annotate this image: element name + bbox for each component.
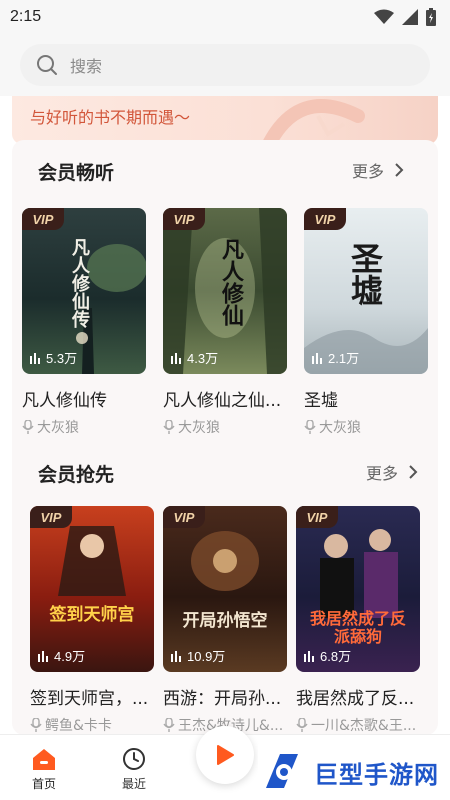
book-author: 大灰狼 xyxy=(163,417,291,437)
cover-title: 签到天师宫 xyxy=(49,605,135,625)
nav-home-label: 首页 xyxy=(31,777,56,791)
book-author: 大灰狼 xyxy=(22,417,150,437)
vip-badge: VIP xyxy=(304,208,346,230)
book-title: 西游：开局孙... xyxy=(163,689,282,709)
more-button[interactable]: 更多 xyxy=(352,158,404,182)
status-bar: 2:15 xyxy=(0,0,450,34)
book-cover[interactable]: 我居然成了反派舔狗 VIP 6.8万 xyxy=(296,506,420,672)
author-name: 大灰狼 xyxy=(319,420,361,436)
more-button[interactable]: 更多 xyxy=(366,460,418,484)
bars-icon xyxy=(304,650,314,662)
bars-icon xyxy=(171,352,181,364)
vip-badge: VIP xyxy=(22,208,64,230)
microphone-icon xyxy=(304,420,316,434)
signal-icon xyxy=(402,9,418,25)
author-name: 大灰狼 xyxy=(178,420,220,436)
book-title: 凡人修仙传 xyxy=(22,391,107,411)
promo-banner[interactable]: 与好听的书不期而遇～ xyxy=(12,96,438,144)
book-card[interactable]: 凡人修仙传 VIP 5.3万 凡人修仙传 大灰狼 xyxy=(22,208,146,437)
headphone-decoration-icon xyxy=(261,99,365,144)
search-placeholder: 搜索 xyxy=(70,57,103,76)
cover-title: 我居然成了反派舔狗 xyxy=(309,609,406,646)
book-card[interactable]: 我居然成了反派舔狗 VIP 6.8万 我居然成了反... 一川&杰歌&王... xyxy=(296,506,420,735)
vip-badge: VIP xyxy=(163,208,205,230)
clock-icon xyxy=(123,748,145,770)
status-time: 2:15 xyxy=(10,8,42,25)
author-name: 鳄鱼&卡卡 xyxy=(45,718,112,734)
wifi-icon xyxy=(374,9,394,24)
bars-icon xyxy=(38,650,48,662)
book-title: 凡人修仙之仙... xyxy=(163,391,282,411)
search-icon xyxy=(37,55,57,75)
play-count: 2.1万 xyxy=(312,348,359,367)
chevron-right-icon xyxy=(395,163,404,177)
play-count: 10.9万 xyxy=(171,646,225,665)
microphone-icon xyxy=(22,420,34,434)
cover-title: 凡人修仙传 xyxy=(69,238,90,328)
play-button[interactable] xyxy=(196,726,254,784)
bars-icon xyxy=(30,352,40,364)
play-count: 4.3万 xyxy=(171,348,218,367)
play-count-value: 4.3万 xyxy=(187,351,219,366)
book-cover[interactable]: 凡人修仙 VIP 4.3万 xyxy=(163,208,287,374)
section-member-listen-header: 会员畅听 更多 xyxy=(0,150,450,190)
vip-badge: VIP xyxy=(163,506,205,528)
play-count: 5.3万 xyxy=(30,348,77,367)
play-icon xyxy=(217,745,234,765)
bars-icon xyxy=(171,650,181,662)
play-count-value: 5.3万 xyxy=(46,351,78,366)
book-author: 鳄鱼&卡卡 xyxy=(30,715,158,735)
microphone-icon xyxy=(30,718,42,732)
book-card[interactable]: 签到天师宫 VIP 4.9万 签到天师宫，... 鳄鱼&卡卡 xyxy=(30,506,154,735)
nav-recent[interactable]: 最近 xyxy=(104,747,164,792)
cover-title: 圣墟 xyxy=(346,242,384,306)
play-count-value: 2.1万 xyxy=(328,351,360,366)
author-name: 大灰狼 xyxy=(37,420,79,436)
book-card[interactable]: 圣墟 VIP 2.1万 圣墟 大灰狼 xyxy=(304,208,428,437)
search-input[interactable]: 搜索 xyxy=(20,44,430,86)
book-title: 签到天师宫，... xyxy=(30,689,149,709)
section-title: 会员抢先 xyxy=(38,465,115,486)
section-member-early-header: 会员抢先 更多 xyxy=(0,452,450,492)
microphone-icon xyxy=(163,718,175,732)
play-count: 4.9万 xyxy=(38,646,85,665)
vip-badge: VIP xyxy=(296,506,338,528)
book-cover[interactable]: 开局孙悟空 VIP 10.9万 xyxy=(163,506,287,672)
nav-home[interactable]: 首页 xyxy=(14,747,74,792)
watermark-logo-icon xyxy=(266,754,298,788)
play-count-value: 6.8万 xyxy=(320,649,352,664)
vip-badge: VIP xyxy=(30,506,72,528)
book-card[interactable]: 凡人修仙 VIP 4.3万 凡人修仙之仙... 大灰狼 xyxy=(163,208,287,437)
section-title: 会员畅听 xyxy=(38,163,115,184)
watermark-text: 巨型手游网 xyxy=(314,761,439,789)
cover-title: 凡人修仙 xyxy=(218,238,244,326)
book-card[interactable]: 开局孙悟空 VIP 10.9万 西游：开局孙... 王杰&牧诗儿&... xyxy=(163,506,287,735)
more-label: 更多 xyxy=(366,464,399,483)
book-cover[interactable]: 签到天师宫 VIP 4.9万 xyxy=(30,506,154,672)
home-icon xyxy=(33,749,55,770)
author-name: 一川&杰歌&王... xyxy=(311,718,417,734)
play-count-value: 4.9万 xyxy=(54,649,86,664)
play-count-value: 10.9万 xyxy=(187,649,226,664)
book-title: 圣墟 xyxy=(304,391,338,411)
book-cover[interactable]: 圣墟 VIP 2.1万 xyxy=(304,208,428,374)
cover-title: 开局孙悟空 xyxy=(182,611,268,631)
book-author: 大灰狼 xyxy=(304,417,432,437)
play-count: 6.8万 xyxy=(304,646,351,665)
watermark: 巨型手游网 xyxy=(258,744,446,800)
chevron-right-icon xyxy=(409,465,418,479)
book-title: 我居然成了反... xyxy=(296,689,415,709)
microphone-icon xyxy=(296,718,308,732)
status-icons xyxy=(374,8,436,26)
book-author: 一川&杰歌&王... xyxy=(296,715,424,735)
book-cover[interactable]: 凡人修仙传 VIP 5.3万 xyxy=(22,208,146,374)
battery-icon xyxy=(426,8,436,26)
more-label: 更多 xyxy=(352,162,385,181)
bars-icon xyxy=(312,352,322,364)
banner-text: 与好听的书不期而遇～ xyxy=(30,110,191,127)
microphone-icon xyxy=(163,420,175,434)
search-area: 搜索 xyxy=(0,34,450,96)
nav-recent-label: 最近 xyxy=(121,777,146,791)
